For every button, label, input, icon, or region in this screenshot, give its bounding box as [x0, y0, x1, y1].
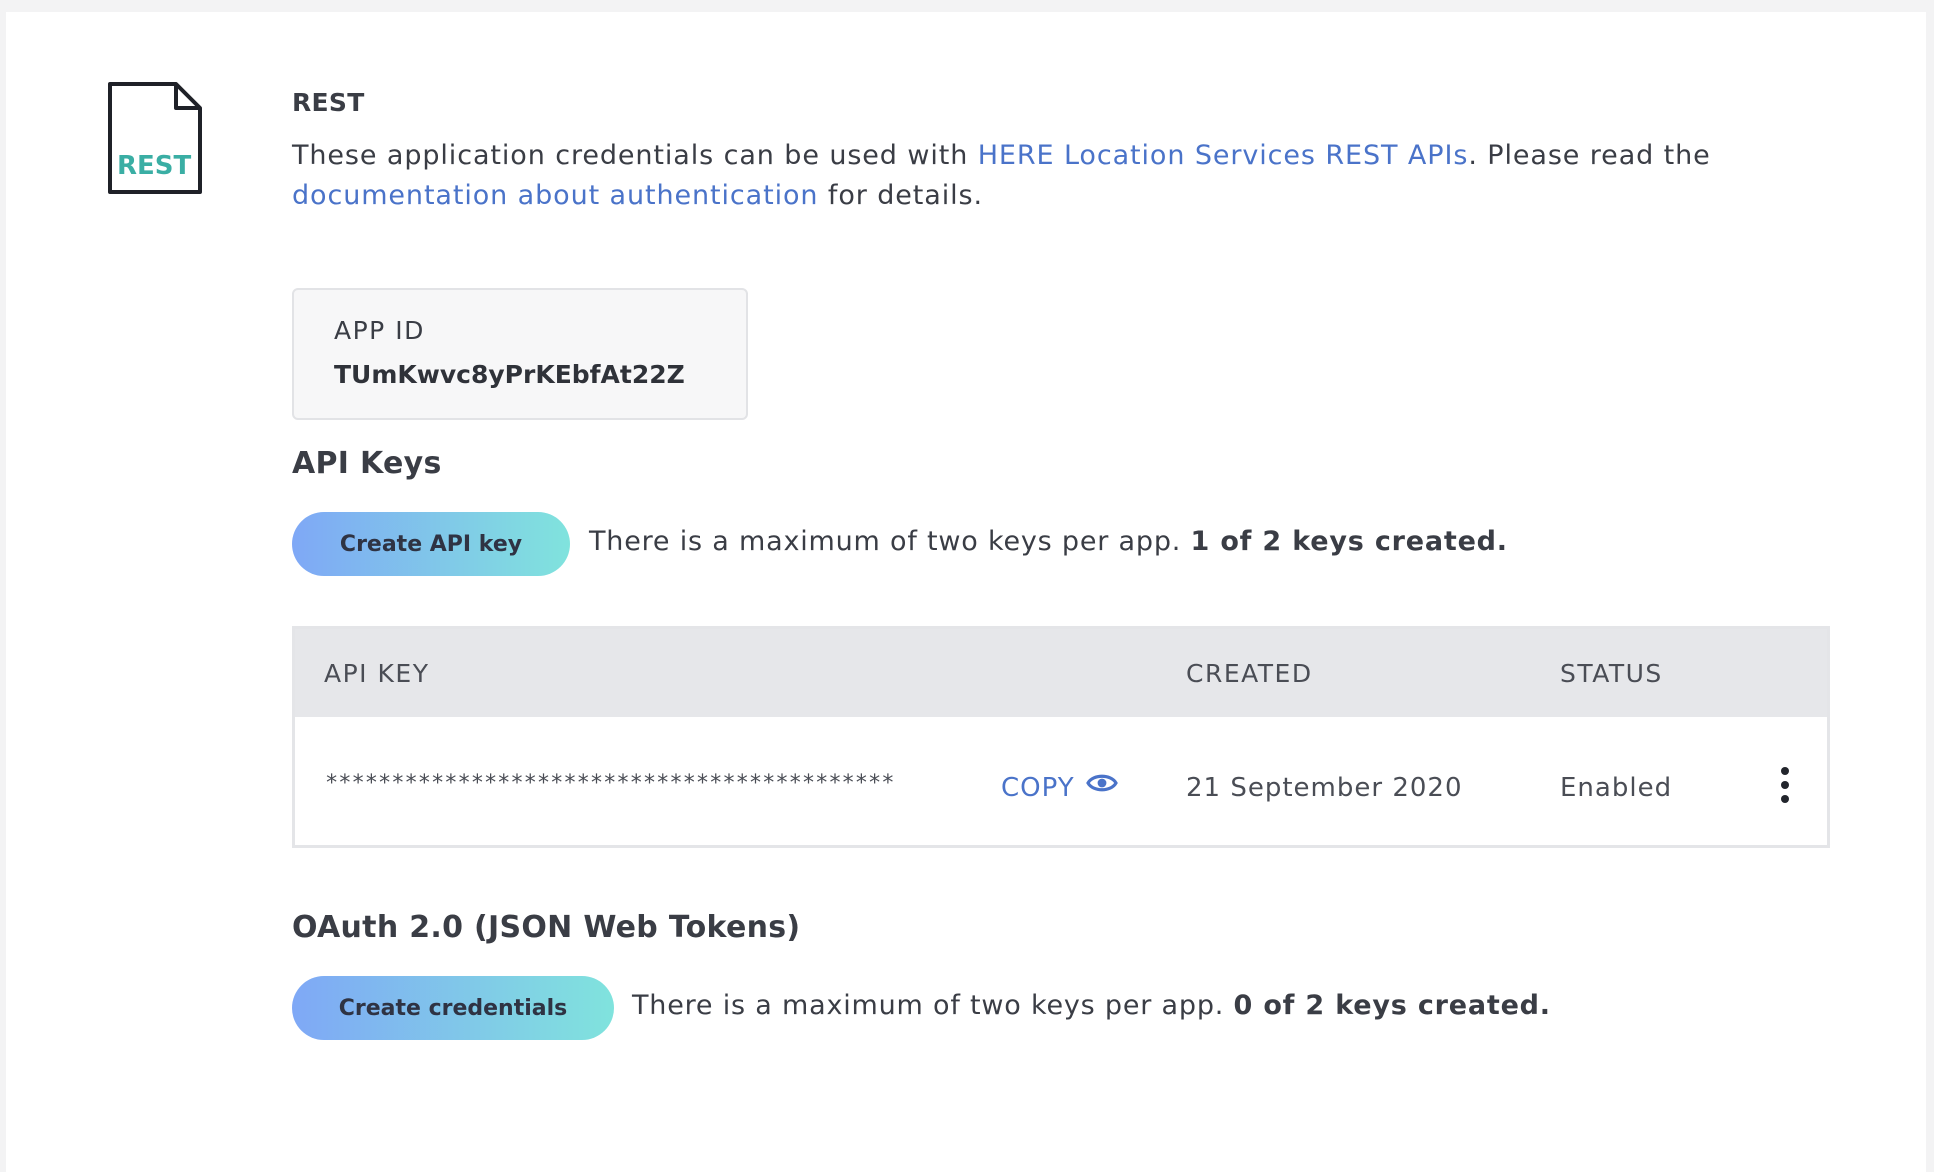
description-text-3: for details. — [818, 180, 983, 211]
app-id-box: APP ID TUmKwvc8yPrKEbfAt22Z — [292, 288, 748, 420]
column-header-status: STATUS — [1560, 659, 1663, 688]
oauth-heading: OAuth 2.0 (JSON Web Tokens) — [292, 910, 801, 945]
create-credentials-button[interactable]: Create credentials — [292, 976, 614, 1040]
copy-key-button[interactable]: COPY — [1001, 773, 1075, 803]
api-keys-table: API KEY CREATED STATUS *****************… — [292, 626, 1830, 848]
api-keys-count: 1 of 2 keys created. — [1190, 526, 1508, 557]
oauth-count: 0 of 2 keys created. — [1233, 990, 1551, 1021]
section-title: REST — [292, 88, 365, 117]
section-description: These application credentials can be use… — [292, 136, 1852, 216]
credentials-card: REST REST These application credentials … — [6, 12, 1926, 1172]
rest-file-icon: REST — [108, 82, 202, 194]
table-header: API KEY CREATED STATUS — [295, 629, 1827, 717]
description-text-1: These application credentials can be use… — [292, 140, 978, 171]
description-text-2: . Please read the — [1468, 140, 1711, 171]
column-header-api-key: API KEY — [324, 659, 430, 688]
rest-icon-label: REST — [117, 151, 192, 181]
app-id-label: APP ID — [334, 316, 425, 345]
api-keys-note: There is a maximum of two keys per app. … — [589, 526, 1508, 557]
api-keys-heading: API Keys — [292, 446, 442, 481]
api-keys-note-text: There is a maximum of two keys per app. — [589, 526, 1191, 557]
api-key-masked-value: ****************************************… — [325, 771, 895, 796]
api-key-status: Enabled — [1560, 773, 1673, 803]
auth-docs-link[interactable]: documentation about authentication — [292, 180, 818, 211]
rest-apis-link[interactable]: HERE Location Services REST APIs — [978, 140, 1469, 171]
oauth-note-text: There is a maximum of two keys per app. — [632, 990, 1234, 1021]
eye-icon[interactable] — [1086, 771, 1118, 795]
more-vertical-icon[interactable] — [1775, 767, 1795, 811]
column-header-created: CREATED — [1186, 659, 1313, 688]
api-key-created-date: 21 September 2020 — [1186, 773, 1463, 803]
oauth-note: There is a maximum of two keys per app. … — [632, 990, 1551, 1021]
create-api-key-button[interactable]: Create API key — [292, 512, 570, 576]
app-id-value: TUmKwvc8yPrKEbfAt22Z — [334, 360, 685, 389]
